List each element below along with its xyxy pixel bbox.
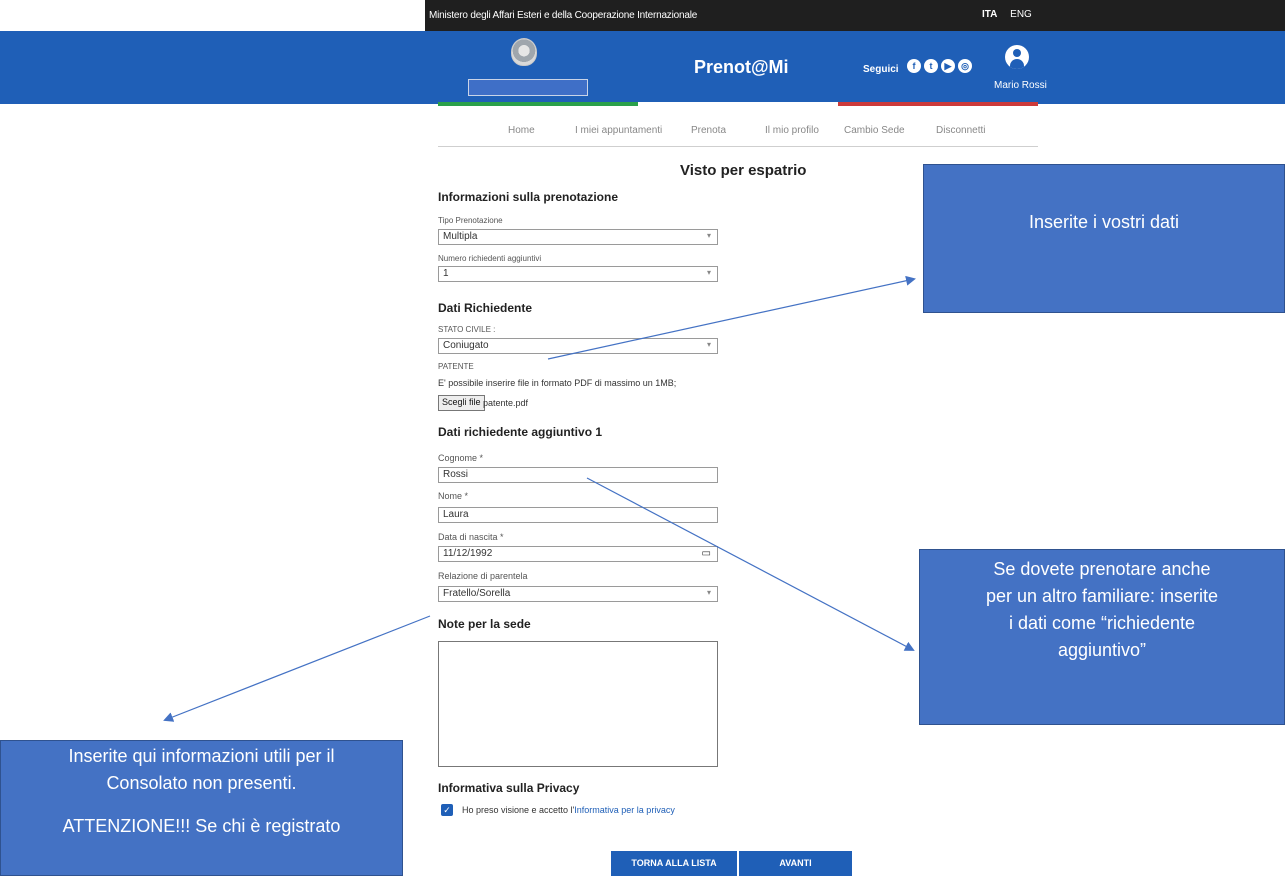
arrow-to-top-callout <box>547 275 916 360</box>
callout-bottom-line-2: Consolato non presenti. <box>106 773 297 793</box>
arrow-to-middle-callout <box>586 477 915 651</box>
callout-bottom-line-1: Inserite qui informazioni utili per il <box>68 746 335 766</box>
callout-middle-line-1: Se dovete prenotare anche <box>993 559 1211 579</box>
callout-bottom-line-4: ATTENZIONE!!! Se chi è registrato <box>62 816 341 836</box>
callout-notes-info: Inserite qui informazioni utili per il C… <box>0 740 403 876</box>
callout-enter-data: Inserite i vostri dati <box>923 164 1285 313</box>
callout-enter-data-text: Inserite i vostri dati <box>1028 212 1180 232</box>
arrow-to-bottom-callout <box>163 615 431 722</box>
callout-middle-line-4: aggiuntivo” <box>1057 640 1147 660</box>
callout-middle-line-2: per un altro familiare: inserite <box>985 586 1219 606</box>
callout-bottom-spacer <box>1 797 402 813</box>
callout-additional-applicant: Se dovete prenotare anche per un altro f… <box>919 549 1285 725</box>
callout-middle-line-3: i dati come “richiedente <box>1008 613 1196 633</box>
